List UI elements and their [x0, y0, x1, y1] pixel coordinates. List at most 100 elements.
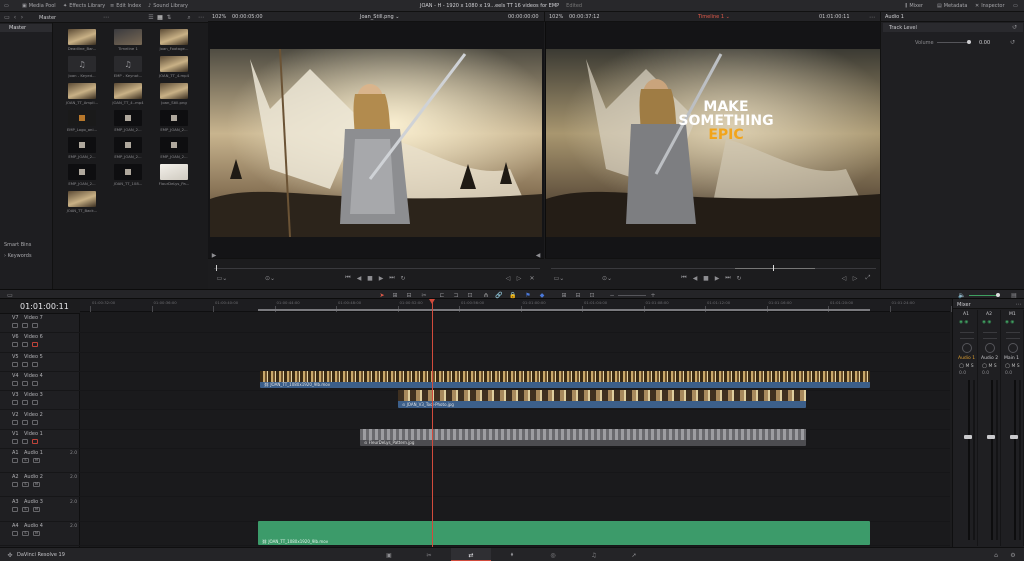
more-icon[interactable]: ⋯: [1015, 301, 1022, 308]
program-scrubber[interactable]: [551, 268, 876, 269]
lock-track-icon[interactable]: [12, 323, 18, 328]
program-zoom[interactable]: 102%: [549, 14, 563, 20]
dynamics-row[interactable]: [960, 338, 974, 339]
track-visibility-icon[interactable]: [32, 323, 38, 328]
lock-track-icon[interactable]: [12, 482, 18, 488]
fader-handle[interactable]: [987, 435, 995, 439]
lock-track-icon[interactable]: [12, 458, 18, 464]
go-to-start-icon[interactable]: ⏮: [344, 274, 352, 282]
solo-button[interactable]: S: [22, 482, 29, 488]
mixer-buttons[interactable]: ◯ M S: [959, 364, 974, 369]
loop-icon[interactable]: ↻: [735, 274, 743, 282]
mixer-button[interactable]: ⫼ Mixer: [905, 2, 923, 10]
source-timecode[interactable]: 00:00:05:00: [232, 14, 263, 20]
track-visibility-icon[interactable]: [32, 342, 38, 348]
mute-button[interactable]: M: [33, 458, 40, 464]
pan-knob[interactable]: [985, 343, 995, 353]
audio-track-lane[interactable]: [80, 473, 950, 498]
playhead-marker-icon[interactable]: [429, 299, 435, 304]
video-track-header[interactable]: V1 Video 1: [0, 430, 80, 450]
sidebar-toggle-icon[interactable]: ▭: [4, 14, 10, 21]
video-track-lane[interactable]: [80, 314, 950, 334]
media-clip-thumbnail[interactable]: [68, 137, 96, 153]
media-clip-thumbnail[interactable]: ♫: [68, 56, 96, 72]
video-track-lane[interactable]: [80, 411, 950, 430]
video-track-header[interactable]: V2 Video 2: [0, 411, 80, 430]
reset-icon[interactable]: ↺: [1011, 24, 1018, 31]
eq-row[interactable]: [983, 332, 997, 333]
settings-icon[interactable]: ⚙: [1009, 551, 1017, 559]
media-clip-thumbnail[interactable]: [160, 56, 188, 72]
source-playhead[interactable]: [216, 265, 217, 271]
lock-track-icon[interactable]: [12, 419, 18, 425]
timeline-playhead[interactable]: [432, 299, 433, 547]
zoom-slider[interactable]: [618, 295, 646, 296]
fader-track[interactable]: [991, 380, 993, 540]
inspector-button[interactable]: ✕ Inspector: [975, 2, 1005, 10]
audio-track-header[interactable]: A1 Audio 1 2.0 S M: [0, 449, 80, 474]
insert-clip-icon[interactable]: ⊏: [438, 291, 446, 299]
fairlight-page-icon[interactable]: ♫: [590, 551, 598, 559]
fader-handle[interactable]: [964, 435, 972, 439]
mark-in-icon[interactable]: ◁: [504, 274, 512, 282]
fullscreen-icon[interactable]: ⤢: [864, 274, 872, 282]
media-clip-thumbnail[interactable]: [68, 110, 96, 126]
program-playhead[interactable]: [773, 265, 774, 271]
timeline-name[interactable]: Timeline 1 ⌄: [698, 14, 730, 20]
zoom-in-icon[interactable]: +: [649, 291, 657, 299]
lock-track-icon[interactable]: [12, 438, 18, 444]
panel-right-toggle-icon[interactable]: ▭: [1013, 2, 1018, 10]
master-volume-handle[interactable]: [996, 293, 1000, 297]
track-visibility-icon[interactable]: [32, 380, 38, 386]
stop-icon[interactable]: ■: [366, 274, 374, 282]
fusion-page-icon[interactable]: ⬧: [508, 551, 516, 559]
media-clip-thumbnail[interactable]: [68, 29, 96, 45]
track-visibility-icon[interactable]: [32, 361, 38, 367]
media-clip-thumbnail[interactable]: [114, 137, 142, 153]
bin-master[interactable]: Master: [0, 24, 52, 32]
media-page-icon[interactable]: ▣: [385, 551, 393, 559]
media-pool-button[interactable]: ▣ Media Pool: [22, 2, 56, 10]
reset-icon[interactable]: ↺: [1009, 39, 1016, 46]
solo-button[interactable]: S: [22, 506, 29, 512]
effects-library-button[interactable]: ✦ Effects Library: [63, 2, 105, 10]
audio-track-header[interactable]: A3 Audio 3 2.0 S M: [0, 498, 80, 522]
clip-v1[interactable]: ⊙ FleurDeLys_Pattern.jpg: [360, 429, 806, 446]
timeline-timecode[interactable]: 01:01:00:11: [20, 302, 69, 311]
deliver-page-icon[interactable]: ➚: [630, 551, 638, 559]
stop-icon[interactable]: ■: [702, 274, 710, 282]
back-icon[interactable]: ‹: [12, 14, 18, 21]
sort-icon[interactable]: ⇅: [166, 14, 172, 21]
fader-track[interactable]: [968, 380, 970, 540]
replace-clip-icon[interactable]: ⊡: [466, 291, 474, 299]
input-indicator[interactable]: ◉ ◉: [959, 320, 968, 325]
video-track-header[interactable]: V6 Video 6: [0, 333, 80, 353]
media-clip-thumbnail[interactable]: [160, 29, 188, 45]
lock-track-icon[interactable]: [12, 342, 18, 348]
play-icon[interactable]: ▶: [377, 274, 385, 282]
play-icon[interactable]: ▶: [713, 274, 721, 282]
media-clip-thumbnail[interactable]: [160, 110, 188, 126]
video-track-lane[interactable]: [80, 353, 950, 372]
audio-scrub-icon[interactable]: ⊙⌄: [601, 274, 613, 282]
grid-view-icon[interactable]: ▦: [157, 14, 163, 21]
detail-zoom-icon[interactable]: ⊞: [560, 291, 568, 299]
timeline-area[interactable]: 01:00:32:00 01:00:36:00 01:00:40:00 01:00:4…: [80, 299, 976, 547]
cut-page-icon[interactable]: ✂: [425, 551, 433, 559]
media-clip-thumbnail[interactable]: [160, 83, 188, 99]
home-icon[interactable]: ⌂: [992, 551, 1000, 559]
selection-tool-icon[interactable]: ➤: [378, 291, 386, 299]
blade-tool-icon[interactable]: ✂: [420, 291, 428, 299]
more-icon[interactable]: ⋯: [198, 14, 204, 21]
mute-button[interactable]: M: [33, 482, 40, 488]
mute-button[interactable]: M: [33, 506, 40, 512]
search-icon[interactable]: ⌕: [186, 14, 192, 21]
volume-value[interactable]: 0.00: [979, 40, 990, 46]
loop-icon[interactable]: ↻: [399, 274, 407, 282]
solo-button[interactable]: S: [22, 530, 29, 536]
pan-knob[interactable]: [1008, 343, 1018, 353]
eq-row[interactable]: [1006, 332, 1020, 333]
input-indicator[interactable]: ◉ ◉: [982, 320, 991, 325]
audio-meter-icon[interactable]: ▤: [1010, 291, 1018, 299]
pan-knob[interactable]: [962, 343, 972, 353]
